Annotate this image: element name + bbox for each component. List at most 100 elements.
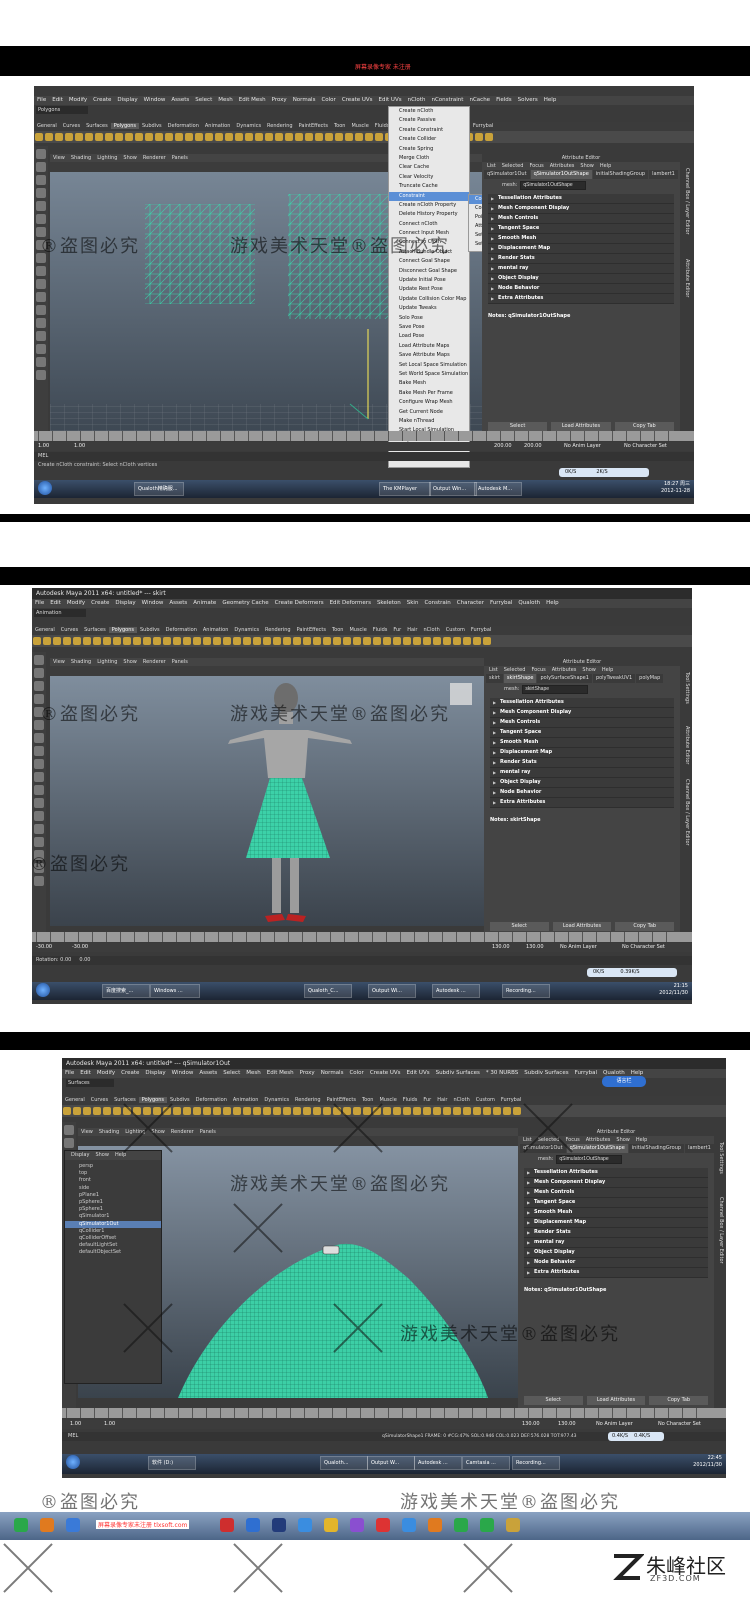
outliner-item[interactable]: top bbox=[65, 1170, 161, 1177]
task-recording[interactable]: Recording... bbox=[502, 984, 550, 998]
shelf-tool-icon[interactable] bbox=[325, 133, 333, 141]
menu-item-7[interactable]: Select bbox=[220, 1070, 243, 1076]
shelf-tool-icon[interactable] bbox=[213, 1107, 221, 1115]
taskbar-icon-5[interactable] bbox=[246, 1518, 260, 1532]
copy-tab-button[interactable]: Copy Tab bbox=[614, 422, 675, 431]
shelf-tab-6[interactable]: Animation bbox=[200, 627, 232, 633]
outliner-item[interactable]: pSphere1 bbox=[65, 1206, 161, 1213]
shelf-tab-6[interactable]: Animation bbox=[230, 1097, 262, 1103]
attr-tab-3[interactable]: lambert1 bbox=[649, 170, 678, 179]
shelf-tool-icon[interactable] bbox=[443, 637, 451, 645]
shelf-tool-icon[interactable] bbox=[273, 1107, 281, 1115]
toolbox-tool-icon[interactable] bbox=[36, 344, 46, 354]
shelf-tool-icon[interactable] bbox=[295, 133, 303, 141]
mode-dropdown[interactable]: Surfaces bbox=[66, 1079, 114, 1087]
ncloth-menu-item[interactable]: Delete History Property bbox=[389, 210, 469, 219]
shelf-tool-icon[interactable] bbox=[343, 637, 351, 645]
toolbox-tool-icon[interactable] bbox=[34, 798, 44, 808]
shelf-tool-icon[interactable] bbox=[253, 1107, 261, 1115]
attr-menu-item-4[interactable]: Show bbox=[577, 163, 597, 169]
taskbar-icon-9[interactable] bbox=[350, 1518, 364, 1532]
ncloth-menu-item[interactable]: Create nCloth bbox=[389, 107, 469, 116]
menu-item-2[interactable]: Modify bbox=[66, 97, 90, 103]
toolbox-tool-icon[interactable] bbox=[34, 668, 44, 678]
shelf-tool-icon[interactable] bbox=[475, 133, 483, 141]
range-start-2[interactable]: 1.00 bbox=[104, 1420, 115, 1429]
shelf-tool-icon[interactable] bbox=[115, 133, 123, 141]
menu-item-16[interactable]: * 30 NURBS bbox=[483, 1070, 521, 1076]
shelf-tab-2[interactable]: Surfaces bbox=[81, 627, 109, 633]
taskbar-icon-13[interactable] bbox=[454, 1518, 468, 1532]
menu-item-2[interactable]: Modify bbox=[64, 600, 88, 606]
shelf-tab-1[interactable]: Curves bbox=[88, 1097, 111, 1103]
shelf-tab-9[interactable]: PaintEffects bbox=[296, 123, 331, 129]
shelf-tool-icon[interactable] bbox=[335, 133, 343, 141]
menu-item-16[interactable]: Qualoth bbox=[515, 600, 543, 606]
attr-tab-3[interactable]: polyTweakUV1 bbox=[592, 674, 636, 683]
range-end[interactable]: 130.00 bbox=[492, 943, 510, 952]
shelf-tool-icon[interactable] bbox=[333, 637, 341, 645]
menu-item-13[interactable]: Create UVs bbox=[367, 1070, 404, 1076]
shelf-tab-12[interactable]: Fluids bbox=[400, 1097, 421, 1103]
menu-item-8[interactable]: Geometry Cache bbox=[219, 600, 271, 606]
menu-item-11[interactable]: Normals bbox=[290, 97, 319, 103]
shelf-tool-icon[interactable] bbox=[75, 133, 83, 141]
toolbox-tool-icon[interactable] bbox=[34, 772, 44, 782]
shelf-tab-3[interactable]: Polygons bbox=[108, 627, 137, 633]
ncloth-menu-item[interactable]: Solo Pose bbox=[389, 314, 469, 323]
menu-item-6[interactable]: Assets bbox=[168, 97, 192, 103]
outliner-item[interactable]: qColliderOffset bbox=[65, 1235, 161, 1242]
shelf-tool-icon[interactable] bbox=[73, 1107, 81, 1115]
shelf-tab-5[interactable]: Deformation bbox=[193, 1097, 230, 1103]
menu-item-19[interactable]: Solvers bbox=[515, 97, 541, 103]
attr-section[interactable]: Tangent Space bbox=[524, 1198, 708, 1208]
toolbox-tool-icon[interactable] bbox=[34, 824, 44, 834]
menu-item-9[interactable]: Edit Mesh bbox=[236, 97, 269, 103]
menu-item-3[interactable]: Create bbox=[90, 97, 114, 103]
shelf-tool-icon[interactable] bbox=[483, 1107, 491, 1115]
shelf-tool-icon[interactable] bbox=[63, 1107, 71, 1115]
outliner-item[interactable]: side bbox=[65, 1185, 161, 1192]
shelf-tab-7[interactable]: Dynamics bbox=[233, 123, 264, 129]
menu-item-17[interactable]: Subdiv Surfaces bbox=[521, 1070, 571, 1076]
toolbox-tool-icon[interactable] bbox=[64, 1138, 74, 1148]
attr-section[interactable]: Object Display bbox=[490, 778, 674, 788]
menu-item-10[interactable]: Proxy bbox=[269, 97, 290, 103]
shelf-tool-icon[interactable] bbox=[423, 637, 431, 645]
attr-section[interactable]: Smooth Mesh bbox=[524, 1208, 708, 1218]
shelf-tool-icon[interactable] bbox=[393, 1107, 401, 1115]
shelf-tab-17[interactable]: Furrybal bbox=[470, 123, 496, 129]
shelf-tab-14[interactable]: Hair bbox=[434, 1097, 450, 1103]
shelf-tool-icon[interactable] bbox=[205, 133, 213, 141]
time-slider[interactable] bbox=[34, 431, 694, 441]
shelf-tool-icon[interactable] bbox=[313, 1107, 321, 1115]
shelf-tool-icon[interactable] bbox=[433, 1107, 441, 1115]
shelf-tool-icon[interactable] bbox=[253, 637, 261, 645]
attr-node-field[interactable] bbox=[520, 180, 587, 190]
toolbox-tool-icon[interactable] bbox=[36, 292, 46, 302]
taskbar-icon-12[interactable] bbox=[428, 1518, 442, 1532]
toolbox-tool-icon[interactable] bbox=[34, 655, 44, 665]
menu-item-16[interactable]: nConstraint bbox=[428, 97, 466, 103]
start-button[interactable] bbox=[38, 481, 52, 495]
shelf-tool-icon[interactable] bbox=[183, 637, 191, 645]
task-camtasia[interactable]: Camtasia ... bbox=[462, 1456, 510, 1470]
outliner-item[interactable]: defaultObjectSet bbox=[65, 1249, 161, 1256]
taskbar-icon-4[interactable] bbox=[220, 1518, 234, 1532]
shelf-tool-icon[interactable] bbox=[155, 133, 163, 141]
shelf-tool-icon[interactable] bbox=[65, 133, 73, 141]
shelf-tool-icon[interactable] bbox=[305, 133, 313, 141]
shelf-tool-icon[interactable] bbox=[225, 133, 233, 141]
shelf-tab-0[interactable]: General bbox=[32, 627, 58, 633]
shelf-tool-icon[interactable] bbox=[123, 637, 131, 645]
range-end[interactable]: 130.00 bbox=[522, 1420, 540, 1429]
task-drive[interactable]: 软件 (D:) bbox=[148, 1456, 196, 1470]
menu-item-13[interactable]: Constrain bbox=[421, 600, 453, 606]
taskbar-icon-11[interactable] bbox=[402, 1518, 416, 1532]
menu-item-3[interactable]: Create bbox=[88, 600, 112, 606]
shelf-tool-icon[interactable] bbox=[263, 637, 271, 645]
select-button[interactable]: Select bbox=[523, 1396, 583, 1405]
attr-section[interactable]: mental ray bbox=[524, 1238, 708, 1248]
shelf-tool-icon[interactable] bbox=[103, 1107, 111, 1115]
attr-tab-3[interactable]: lambert1 bbox=[685, 1144, 714, 1153]
